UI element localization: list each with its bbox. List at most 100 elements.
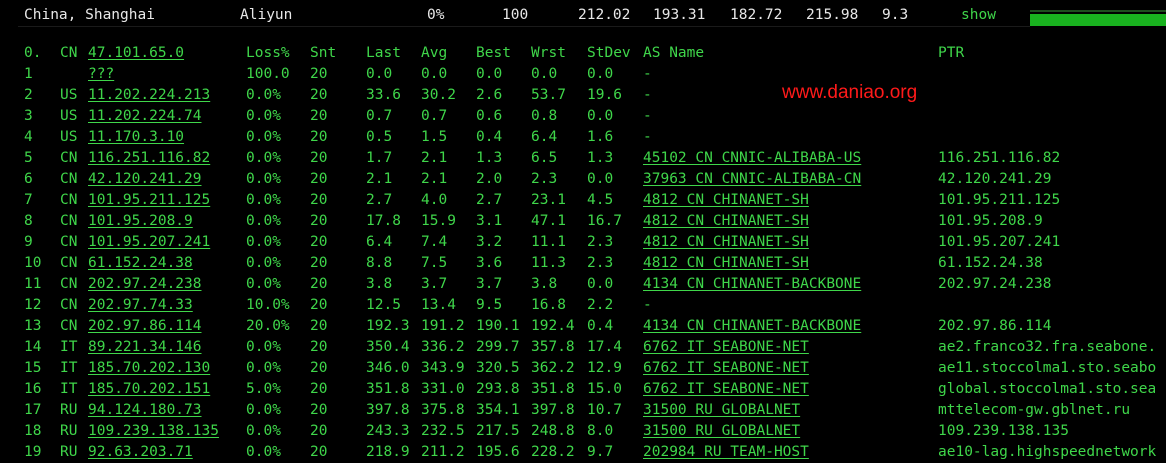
as-name-link[interactable]: 31500 RU GLOBALNET [643, 421, 800, 442]
avg-latency: 0.7 [421, 108, 448, 124]
col-host-ip[interactable]: 47.101.65.0 [88, 43, 184, 64]
host-ip-link[interactable]: 185.70.202.151 [88, 379, 210, 400]
stdev-latency: 10.7 [587, 402, 622, 418]
worst-latency: 357.8 [531, 339, 575, 355]
country-code: CN [60, 276, 78, 292]
as-name-link[interactable]: 202984 RU TEAM-HOST [643, 442, 809, 463]
location-label: China, Shanghai [24, 7, 155, 23]
host-ip-link[interactable]: 94.124.180.73 [88, 400, 202, 421]
host-ip-link[interactable]: 42.120.241.29 [88, 169, 202, 190]
as-name-link[interactable]: 4812 CN CHINANET-SH [643, 190, 809, 211]
hop-number: 10 [24, 255, 42, 271]
hop-number: 6 [24, 171, 33, 187]
country-code: CN [60, 318, 78, 334]
table-row: 17 RU 94.124.180.73 0.0% 20 397.8 375.8 354.1 39… [0, 400, 1166, 421]
stdev-latency: 2.3 [587, 255, 614, 271]
show-toggle-link[interactable]: show [961, 5, 996, 25]
loss-percent: 0.0% [246, 213, 281, 229]
last-latency: 0.7 [366, 108, 393, 124]
as-name-link[interactable]: 4134 CN CHINANET-BACKBONE [643, 316, 861, 337]
host-ip-link[interactable]: 89.221.34.146 [88, 337, 202, 358]
avg-latency: 232.5 [421, 423, 465, 439]
host-ip-link[interactable]: 61.152.24.38 [88, 253, 193, 274]
stdev-latency: 19.6 [587, 87, 622, 103]
summary-last: 212.02 [578, 7, 631, 23]
sent-count: 20 [310, 339, 328, 355]
best-latency: 299.7 [476, 339, 520, 355]
sent-count: 20 [310, 171, 328, 187]
table-row: 12 CN 202.97.74.33 10.0% 20 12.5 13.4 9.5 16.8 2.… [0, 295, 1166, 316]
ptr-hostname: mttelecom-gw.gblnet.ru [938, 402, 1131, 418]
table-row: 1??? 100.0 20 0.0 0.0 0.0 0.0 0.0 - [0, 64, 1166, 85]
stdev-latency: 0.0 [587, 108, 614, 124]
country-code: CN [60, 234, 78, 250]
host-ip-link[interactable]: 101.95.207.241 [88, 232, 210, 253]
sent-count: 20 [310, 255, 328, 271]
host-ip-link[interactable]: 116.251.116.82 [88, 148, 210, 169]
table-row: 11 CN 202.97.24.238 0.0% 20 3.8 3.7 3.7 3.8 0.0 41… [0, 274, 1166, 295]
sent-count: 20 [310, 150, 328, 166]
country-code: RU [60, 423, 78, 439]
loss-percent: 0.0% [246, 234, 281, 250]
country-code: CN [60, 213, 78, 229]
col-worst: Wrst [531, 45, 566, 61]
table-row: 2 US 11.202.224.213 0.0% 20 33.6 30.2 2.6 53.7 19… [0, 85, 1166, 106]
hop-number: 18 [24, 423, 42, 439]
avg-latency: 30.2 [421, 87, 456, 103]
worst-latency: 16.8 [531, 297, 566, 313]
as-name-link[interactable]: 6762 IT SEABONE-NET [643, 337, 809, 358]
as-name-link[interactable]: 4134 CN CHINANET-BACKBONE [643, 274, 861, 295]
stdev-latency: 15.0 [587, 381, 622, 397]
table-row: 5 CN 116.251.116.82 0.0% 20 1.7 2.1 1.3 6.5 1.3 45… [0, 148, 1166, 169]
loss-percent: 5.0% [246, 381, 281, 397]
as-name-link[interactable]: 4812 CN CHINANET-SH [643, 253, 809, 274]
as-name-link[interactable]: 6762 IT SEABONE-NET [643, 379, 809, 400]
sent-count: 20 [310, 360, 328, 376]
summary-loss: 0% [427, 7, 445, 23]
last-latency: 2.7 [366, 192, 393, 208]
as-name-link[interactable]: 45102 CN CNNIC-ALIBABA-US [643, 148, 861, 169]
host-ip-link[interactable]: 109.239.138.135 [88, 421, 219, 442]
worst-latency: 2.3 [531, 171, 558, 187]
country-code: CN [60, 171, 78, 187]
host-ip-link[interactable]: ??? [88, 64, 114, 85]
ptr-hostname: 116.251.116.82 [938, 150, 1061, 166]
host-ip-link[interactable]: 101.95.211.125 [88, 190, 210, 211]
summary-progress-fill [1030, 14, 1166, 26]
col-best: Best [476, 45, 511, 61]
sent-count: 20 [310, 192, 328, 208]
host-ip-link[interactable]: 11.170.3.10 [88, 127, 184, 148]
best-latency: 3.6 [476, 255, 503, 271]
stdev-latency: 0.0 [587, 276, 614, 292]
col-last: Last [366, 45, 401, 61]
host-ip-link[interactable]: 202.97.86.114 [88, 316, 202, 337]
best-latency: 3.2 [476, 234, 503, 250]
as-name-link[interactable]: 37963 CN CNNIC-ALIBABA-CN [643, 169, 861, 190]
loss-percent: 100.0 [246, 66, 290, 82]
host-ip-link[interactable]: 101.95.208.9 [88, 211, 193, 232]
last-latency: 8.8 [366, 255, 393, 271]
host-ip-link[interactable]: 185.70.202.130 [88, 358, 210, 379]
table-header-row: 0. CN 47.101.65.0 Loss% Snt Last Avg Bes… [0, 43, 1166, 64]
as-name-link[interactable]: 31500 RU GLOBALNET [643, 400, 800, 421]
hop-number: 16 [24, 381, 42, 397]
avg-latency: 336.2 [421, 339, 465, 355]
host-ip-link[interactable]: 202.97.74.33 [88, 295, 193, 316]
col-stdev: StDev [587, 45, 631, 61]
host-ip-link[interactable]: 202.97.24.238 [88, 274, 202, 295]
col-country: CN [60, 45, 78, 61]
avg-latency: 7.5 [421, 255, 448, 271]
stdev-latency: 0.0 [587, 66, 614, 82]
hop-number: 15 [24, 360, 42, 376]
host-ip-link[interactable]: 11.202.224.213 [88, 85, 210, 106]
as-name-link[interactable]: 4812 CN CHINANET-SH [643, 232, 809, 253]
as-name-link[interactable]: 4812 CN CHINANET-SH [643, 211, 809, 232]
avg-latency: 13.4 [421, 297, 456, 313]
best-latency: 2.6 [476, 87, 503, 103]
as-name-link[interactable]: 6762 IT SEABONE-NET [643, 358, 809, 379]
host-ip-link[interactable]: 92.63.203.71 [88, 442, 193, 463]
sent-count: 20 [310, 402, 328, 418]
host-ip-link[interactable]: 11.202.224.74 [88, 106, 202, 127]
last-latency: 1.7 [366, 150, 393, 166]
avg-latency: 375.8 [421, 402, 465, 418]
